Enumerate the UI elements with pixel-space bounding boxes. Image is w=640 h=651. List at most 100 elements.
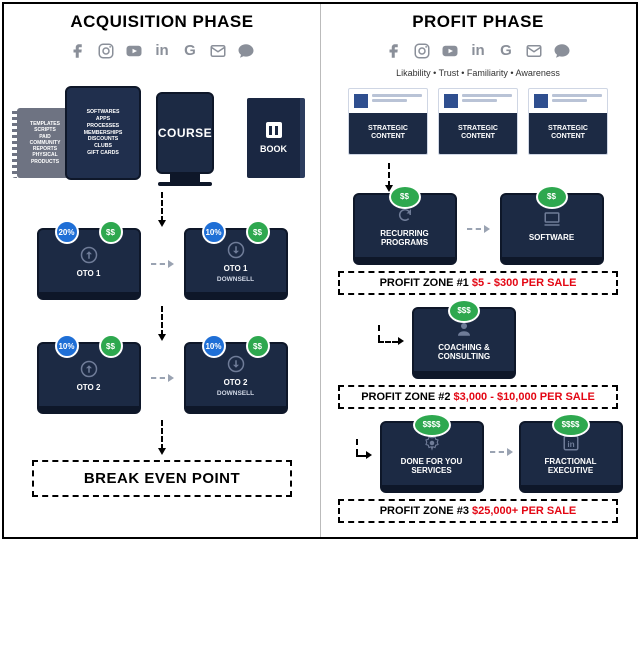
oto1ds-sub: DOWNSELL <box>217 276 254 283</box>
recurring-label: RECURRING PROGRAMS <box>355 230 455 248</box>
oto1-pct-badge: 20% <box>55 220 79 244</box>
pz3-value: $25,000+ PER SALE <box>472 505 576 517</box>
upsell-icon-2 <box>78 358 100 380</box>
oto2-label: OTO 2 <box>73 384 105 393</box>
recurring-laptop: $$ RECURRING PROGRAMS <box>353 193 457 265</box>
arrow-down-3 <box>161 420 163 450</box>
arrow-down-1 <box>161 192 163 222</box>
mail-icon <box>525 42 543 60</box>
card-label-3: STRATEGIC CONTENT <box>529 113 607 154</box>
youtube-icon <box>441 42 459 60</box>
profit-title: PROFIT PHASE <box>412 12 544 32</box>
chat-icon <box>553 42 571 60</box>
oto1-cash-badge: $$ <box>99 220 123 244</box>
instagram-icon <box>413 42 431 60</box>
upsell-icon <box>78 244 100 266</box>
google-icon: G <box>181 42 199 60</box>
oto1ds-pct-badge: 10% <box>202 220 226 244</box>
dfy-row: $$$$ DONE FOR YOU SERVICES $$$$ in FRACTI… <box>330 411 626 493</box>
frac-cash-badge: $$$$ <box>552 413 590 437</box>
oto2ds-sub: DOWNSELL <box>217 390 254 397</box>
oto1-laptop: 20% $$ OTO 1 <box>37 228 141 300</box>
oto2-laptop: 10% $$ OTO 2 <box>37 342 141 414</box>
oto2-row: 10% $$ OTO 2 10% $$ OTO 2DOWNSELL <box>14 342 310 414</box>
oto2ds-label: OTO 2 <box>220 379 252 388</box>
product-stack: TEMPLATES SCRIPTS PAID COMMUNITY REPORTS… <box>17 68 307 186</box>
notebook-labels: TEMPLATES SCRIPTS PAID COMMUNITY REPORTS… <box>26 117 65 169</box>
avatar-icon <box>354 94 368 108</box>
arrow-right-1 <box>151 260 174 268</box>
arrow-right-2 <box>151 374 174 382</box>
coaching-label: COACHING & CONSULTING <box>414 344 514 362</box>
acquisition-column: ACQUISITION PHASE in G TEMPLATES SCRIPTS… <box>4 4 320 537</box>
linkedin-icon: in <box>469 42 487 60</box>
pz2-value: $3,000 - $10,000 PER SALE <box>454 391 595 403</box>
content-card-2: STRATEGIC CONTENT <box>438 88 518 155</box>
linkedin-icon: in <box>153 42 171 60</box>
oto1-label: OTO 1 <box>73 270 105 279</box>
oto2ds-pct-badge: 10% <box>202 334 226 358</box>
coaching-cash-badge: $$$ <box>448 299 480 323</box>
acquisition-title: ACQUISITION PHASE <box>70 12 253 32</box>
dfy-label: DONE FOR YOU SERVICES <box>382 458 482 476</box>
recurring-cash-badge: $$ <box>389 185 421 209</box>
oto1ds-label: OTO 1 <box>220 265 252 274</box>
book-product: BOOK <box>247 98 305 178</box>
monitor-product: COURSE <box>125 92 245 186</box>
frac-label: FRACTIONAL EXECUTIVE <box>521 458 621 476</box>
social-icons-left: in G <box>69 42 255 60</box>
mail-icon <box>209 42 227 60</box>
dfy-cash-badge: $$$$ <box>413 413 451 437</box>
content-card-3: STRATEGIC CONTENT <box>528 88 608 155</box>
downsell-icon <box>225 239 247 261</box>
elbow-arrow-1 <box>376 325 406 351</box>
oto2-pct-badge: 10% <box>55 334 79 358</box>
software-laptop: $$ SOFTWARE <box>500 193 604 265</box>
coaching-laptop: $$$ COACHING & CONSULTING <box>412 307 516 379</box>
google-icon: G <box>497 42 515 60</box>
content-card-1: STRATEGIC CONTENT <box>348 88 428 155</box>
oto1ds-cash-badge: $$ <box>246 220 270 244</box>
oto2ds-cash-badge: $$ <box>246 334 270 358</box>
column-divider <box>320 4 321 537</box>
svg-text:in: in <box>567 440 574 449</box>
youtube-icon <box>125 42 143 60</box>
instagram-icon <box>97 42 115 60</box>
recurring-row: $$ RECURRING PROGRAMS $$ SOFTWARE <box>330 193 626 265</box>
software-label: SOFTWARE <box>525 234 578 243</box>
break-even-box: BREAK EVEN POINT <box>32 460 292 497</box>
downsell-icon-2 <box>225 353 247 375</box>
social-icons-right: in G <box>385 42 571 60</box>
software-icon <box>541 208 563 230</box>
tablet-labels: SOFTWARES APPS PROCESSES MEMBERSHIPS DIS… <box>78 103 129 162</box>
profit-zone-2: PROFIT ZONE #2 $3,000 - $10,000 PER SALE <box>338 385 618 409</box>
oto1-row: 20% $$ OTO 1 10% $$ OTO 1DOWNSELL <box>14 228 310 300</box>
chat-icon <box>237 42 255 60</box>
card-label-1: STRATEGIC CONTENT <box>349 113 427 154</box>
dfy-laptop: $$$$ DONE FOR YOU SERVICES <box>380 421 484 493</box>
oto1-downsell-laptop: 10% $$ OTO 1DOWNSELL <box>184 228 288 300</box>
software-cash-badge: $$ <box>536 185 568 209</box>
content-cards: STRATEGIC CONTENT STRATEGIC CONTENT STRA… <box>348 88 608 155</box>
profit-column: PROFIT PHASE in G Likability • Trust • F… <box>320 4 636 537</box>
facebook-icon <box>69 42 87 60</box>
arrow-right-r2 <box>490 448 513 456</box>
arrow-down-r1 <box>388 163 390 187</box>
arrow-down-2 <box>161 306 163 336</box>
pz1-label: PROFIT ZONE #1 <box>380 277 469 289</box>
pz3-label: PROFIT ZONE #3 <box>380 505 469 517</box>
profit-zone-3: PROFIT ZONE #3 $25,000+ PER SALE <box>338 499 618 523</box>
oto2-cash-badge: $$ <box>99 334 123 358</box>
avatar-icon <box>534 94 548 108</box>
elbow-arrow-2 <box>354 439 374 465</box>
oto2-downsell-laptop: 10% $$ OTO 2DOWNSELL <box>184 342 288 414</box>
profit-zone-1: PROFIT ZONE #1 $5 - $300 PER SALE <box>338 271 618 295</box>
profit-subline: Likability • Trust • Familiarity • Aware… <box>396 68 560 78</box>
fractional-laptop: $$$$ inFRACTIONAL EXECUTIVE <box>519 421 623 493</box>
pz1-value: $5 - $300 PER SALE <box>472 277 577 289</box>
funnel-diagram: ACQUISITION PHASE in G TEMPLATES SCRIPTS… <box>2 2 638 539</box>
pz2-label: PROFIT ZONE #2 <box>361 391 450 403</box>
book-label: BOOK <box>260 144 287 154</box>
avatar-icon <box>444 94 458 108</box>
facebook-icon <box>385 42 403 60</box>
